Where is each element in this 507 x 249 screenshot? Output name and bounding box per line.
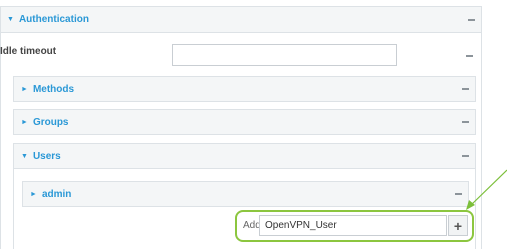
callout-arrow-icon xyxy=(466,169,507,210)
